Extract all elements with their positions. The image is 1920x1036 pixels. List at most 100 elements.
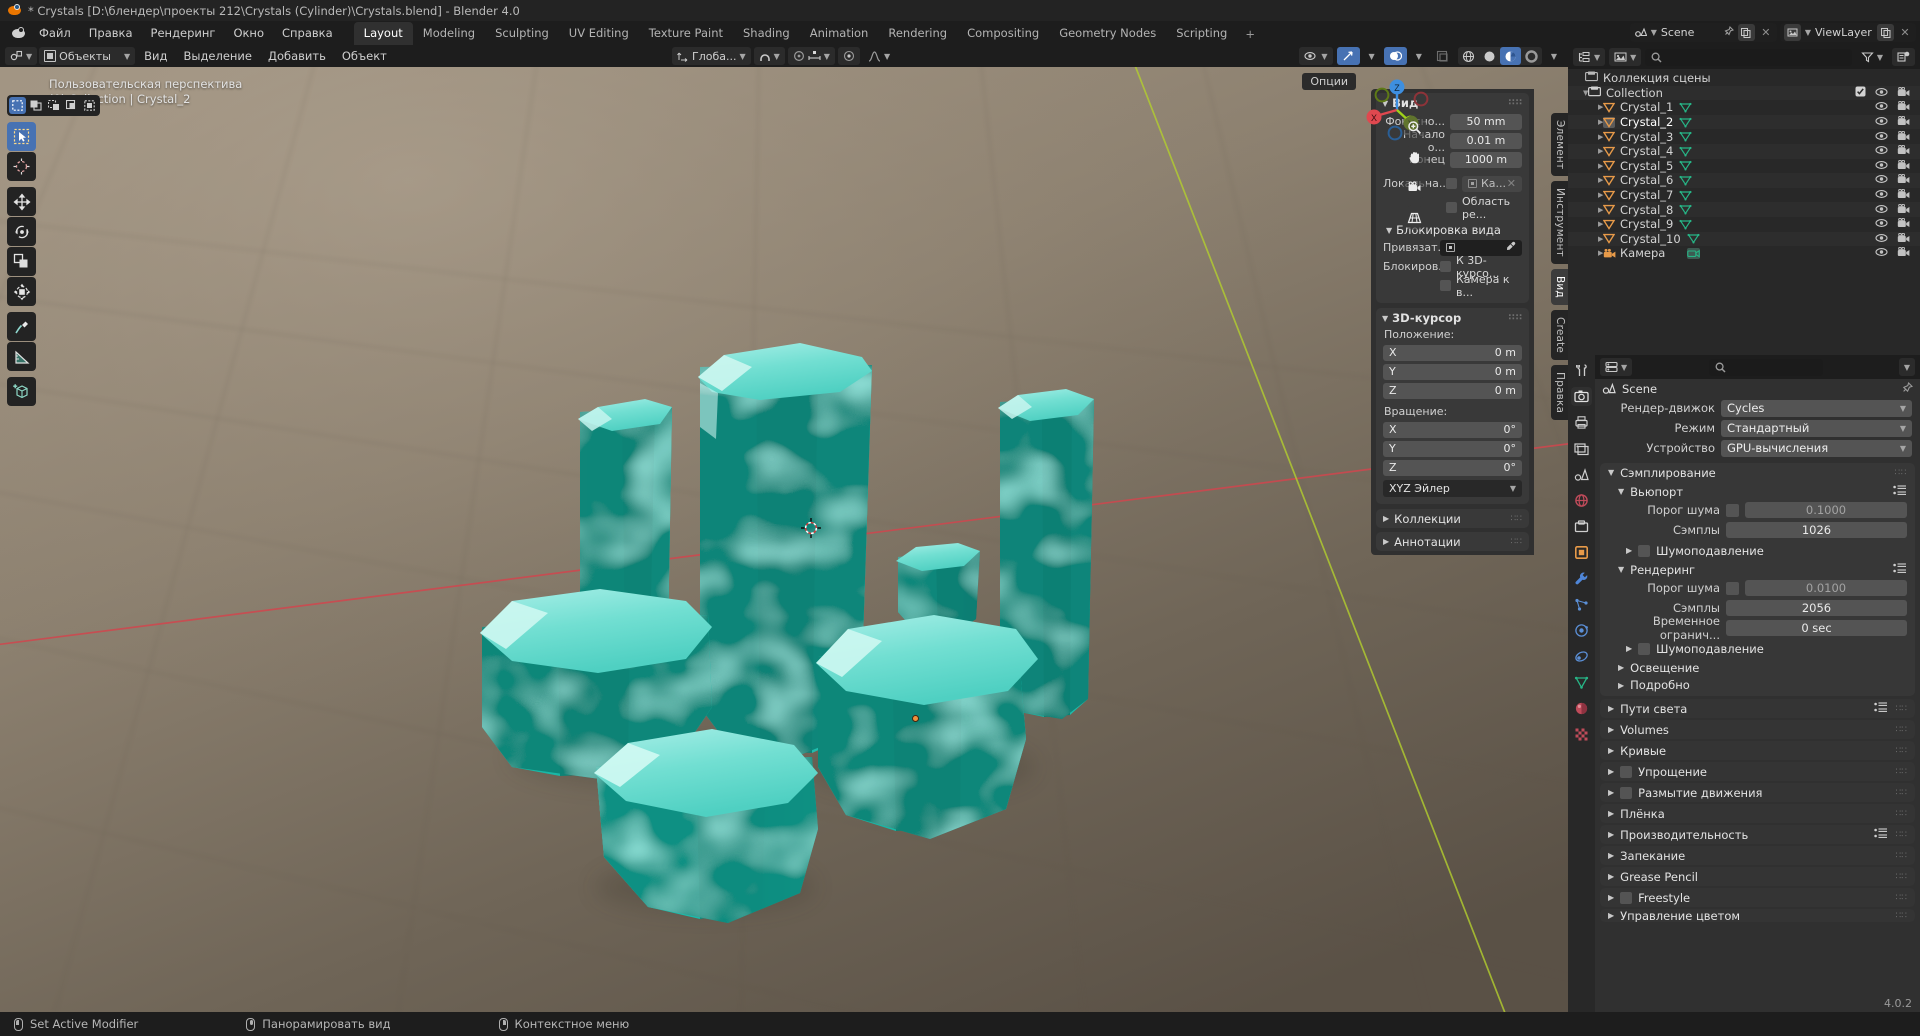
proportional-edit-button[interactable]: ▼	[787, 47, 835, 65]
sampling-panel-header[interactable]: ▼ Сэмплирование ∷∷	[1600, 463, 1915, 482]
lock-cursor-checkbox[interactable]	[1440, 261, 1451, 272]
properties-tab-object[interactable]	[1571, 543, 1592, 562]
outliner-object-row[interactable]: ▶ Crystal_8	[1568, 202, 1920, 217]
remove-scene-button[interactable]: ✕	[1759, 26, 1773, 39]
light-paths-panel-header[interactable]: ▶ Пути света ∷∷	[1600, 699, 1915, 718]
feature-set-dropdown[interactable]: Стандартный ▼	[1721, 419, 1912, 437]
mesh-data-icon[interactable]	[1687, 233, 1700, 244]
render-time-limit-field[interactable]: 0 sec	[1726, 620, 1907, 636]
new-scene-button[interactable]	[1737, 24, 1755, 41]
zoom-icon[interactable]	[1402, 115, 1427, 140]
properties-tab-viewlayer[interactable]	[1571, 439, 1592, 458]
outliner-object-row[interactable]: ▶ Crystal_5	[1568, 159, 1920, 174]
properties-tab-texture[interactable]	[1571, 725, 1592, 744]
tab-texture-paint[interactable]: Texture Paint	[639, 22, 733, 45]
outliner-editor-type-button[interactable]: ▼	[1573, 48, 1606, 66]
tool-rotate-button[interactable]	[7, 217, 36, 246]
object-render-camera-icon[interactable]	[1897, 159, 1910, 173]
object-render-camera-icon[interactable]	[1897, 115, 1910, 129]
viewlayer-selector[interactable]: ▼ ViewLayer ✕	[1779, 23, 1916, 42]
object-render-camera-icon[interactable]	[1897, 130, 1910, 144]
preset-list-icon[interactable]	[1893, 484, 1907, 499]
tool-tweak-select-button[interactable]	[7, 122, 36, 151]
preset-list-icon[interactable]	[1873, 701, 1888, 716]
properties-tab-world[interactable]	[1571, 491, 1592, 510]
tab-layout[interactable]: Layout	[353, 22, 413, 45]
preset-list-icon[interactable]	[1873, 827, 1888, 842]
properties-tab-tool[interactable]	[1571, 361, 1592, 380]
add-workspace-button[interactable]: +	[1237, 23, 1263, 45]
tab-compositing[interactable]: Compositing	[957, 22, 1049, 45]
object-visibility-eye-icon[interactable]	[1875, 100, 1888, 114]
outliner-object-row[interactable]: ▶ Crystal_7	[1568, 188, 1920, 203]
navigation-gizmo[interactable]: Z X Y	[1354, 67, 1440, 153]
camera-visibility-eye-icon[interactable]	[1875, 246, 1888, 260]
npanel-tab-tool[interactable]: Инструмент	[1551, 181, 1568, 265]
simplify-checkbox[interactable]	[1620, 765, 1633, 778]
tool-transform-button[interactable]	[7, 277, 36, 306]
collections-panel-header[interactable]: ▶ Коллекции ∷∷	[1376, 509, 1529, 528]
properties-tab-constraints[interactable]	[1571, 647, 1592, 666]
mesh-data-icon[interactable]	[1679, 175, 1692, 186]
object-render-camera-icon[interactable]	[1897, 173, 1910, 187]
render-noise-threshold-field[interactable]: 0.0100	[1745, 580, 1907, 596]
freestyle-checkbox[interactable]	[1620, 891, 1633, 904]
simplify-panel-header[interactable]: ▶ Упрощение ∷∷	[1600, 762, 1915, 781]
cursor-rotation-x-field[interactable]: X 0°	[1383, 421, 1522, 438]
annotations-panel-header[interactable]: ▶ Аннотации ∷∷	[1376, 532, 1529, 551]
properties-tab-data[interactable]	[1571, 673, 1592, 692]
chevron-right-icon[interactable]: ▶	[1574, 118, 1603, 126]
mesh-data-icon[interactable]	[1679, 160, 1692, 171]
clip-start-field[interactable]: 0.01 m	[1450, 132, 1522, 149]
camera-to-view-checkbox[interactable]	[1440, 280, 1451, 291]
overlays-dropdown[interactable]: ▼	[1411, 47, 1427, 65]
xray-toggle[interactable]	[1431, 47, 1454, 65]
outliner-collection-row[interactable]: ▼ Collection	[1568, 85, 1920, 101]
properties-tab-output[interactable]	[1571, 413, 1592, 432]
remove-viewlayer-button[interactable]: ✕	[1898, 26, 1912, 39]
outliner-object-row[interactable]: ▶ Crystal_10	[1568, 231, 1920, 247]
curves-panel-header[interactable]: ▶ Кривые ∷∷	[1600, 741, 1915, 760]
chevron-right-icon[interactable]: ▶	[1574, 103, 1603, 111]
object-render-camera-icon[interactable]	[1897, 232, 1910, 246]
camera-render-camera-icon[interactable]	[1897, 246, 1910, 260]
object-visibility-eye-icon[interactable]	[1875, 188, 1888, 202]
outliner-object-row[interactable]: ▶ Crystal_3	[1568, 129, 1920, 144]
scene-selector[interactable]: ▼ Scene ✕	[1629, 23, 1777, 42]
render-samples-field[interactable]: 2056	[1726, 600, 1907, 616]
chevron-right-icon[interactable]: ▶	[1574, 133, 1603, 141]
visibility-dropdown[interactable]: ▼	[1299, 47, 1333, 65]
cursor-panel-header[interactable]: ▼ 3D-курсор ∷∷	[1376, 308, 1529, 328]
tab-uv-editing[interactable]: UV Editing	[559, 22, 639, 45]
chevron-right-icon[interactable]: ▶	[1574, 147, 1603, 155]
camera-data-icon[interactable]	[1687, 247, 1701, 259]
motion-blur-panel-header[interactable]: ▶ Размытие движения ∷∷	[1600, 783, 1915, 802]
viewport-menu-select[interactable]: Выделение	[176, 47, 259, 65]
overlays-toggle[interactable]	[1383, 47, 1407, 65]
render-region-checkbox[interactable]	[1446, 202, 1457, 213]
tab-modeling[interactable]: Modeling	[413, 22, 485, 45]
properties-tab-scene[interactable]	[1571, 465, 1592, 484]
properties-tab-collection[interactable]	[1571, 517, 1592, 536]
view-lock-subheader[interactable]: ▼ Блокировка вида	[1376, 221, 1529, 239]
object-visibility-eye-icon[interactable]	[1875, 115, 1888, 129]
object-render-camera-icon[interactable]	[1897, 217, 1910, 231]
tab-geometry-nodes[interactable]: Geometry Nodes	[1049, 22, 1166, 45]
viewport-menu-view[interactable]: Вид	[137, 47, 174, 65]
render-noise-threshold-checkbox[interactable]	[1726, 581, 1739, 595]
snap-button[interactable]: ▼	[753, 47, 785, 65]
properties-tab-material[interactable]	[1571, 699, 1592, 718]
npanel-tab-item[interactable]: Элемент	[1551, 113, 1568, 177]
viewport-menu-add[interactable]: Добавить	[261, 47, 333, 65]
mesh-data-icon[interactable]	[1679, 219, 1692, 230]
camera-icon[interactable]	[1402, 175, 1427, 200]
properties-options-button[interactable]: ▼	[1898, 358, 1915, 376]
pin-icon[interactable]	[1723, 25, 1734, 40]
outliner-object-row[interactable]: ▶ Crystal_4	[1568, 143, 1920, 159]
sampling-viewport-subheader[interactable]: ▼ Вьюпорт	[1600, 482, 1915, 501]
transform-orientation-dropdown[interactable]: Глоба... ▼	[672, 47, 751, 65]
cursor-location-z-field[interactable]: Z 0 m	[1383, 382, 1522, 399]
outliner-camera-row[interactable]: ▶ Камера	[1568, 246, 1920, 261]
outliner-object-row[interactable]: ▶ Crystal_1	[1568, 100, 1920, 115]
viewport-denoise-header[interactable]: ▶ Шумоподавление	[1600, 541, 1915, 560]
